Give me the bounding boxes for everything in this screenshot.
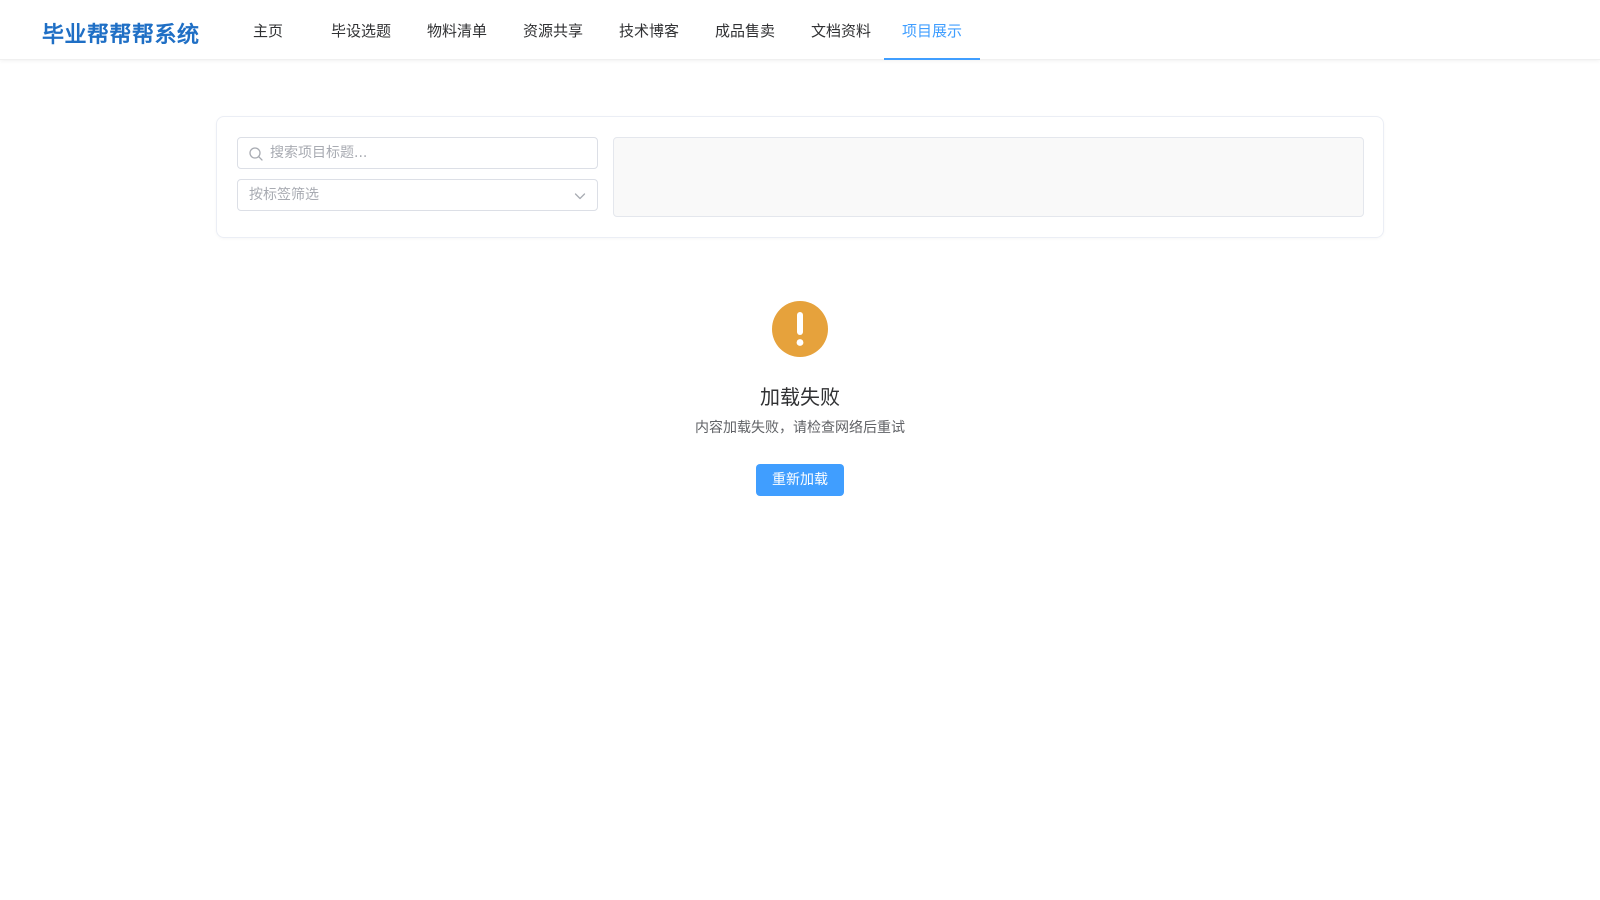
app-logo[interactable]: 毕业帮帮帮系统 [42, 17, 200, 49]
tag-cloud-panel [613, 137, 1364, 217]
nav-item-material-list[interactable]: 物料清单 [422, 0, 492, 60]
nav-item-home[interactable]: 主页 [240, 0, 296, 60]
nav-item-project-showcase[interactable]: 项目展示 [884, 0, 980, 60]
nav-item-thesis-topics[interactable]: 毕设选题 [326, 0, 396, 60]
search-input[interactable] [270, 138, 590, 168]
warning-icon [772, 301, 828, 357]
filter-panel: 按标签筛选 [216, 116, 1384, 238]
nav-item-tech-blog[interactable]: 技术博客 [614, 0, 684, 60]
nav-item-documents[interactable]: 文档资料 [806, 0, 876, 60]
error-title: 加载失败 [760, 385, 840, 409]
error-description: 内容加载失败，请检查网络后重试 [695, 420, 905, 436]
reload-button[interactable]: 重新加载 [756, 464, 844, 496]
tag-filter-placeholder: 按标签筛选 [249, 187, 319, 203]
chevron-down-icon [574, 193, 586, 200]
search-box[interactable] [237, 137, 598, 169]
error-state: 加载失败 内容加载失败，请检查网络后重试 重新加载 [0, 300, 1600, 496]
top-navbar: 毕业帮帮帮系统 主页 毕设选题 物料清单 资源共享 技术博客 成品售卖 文档资料… [0, 0, 1600, 60]
search-icon [249, 147, 263, 161]
nav-item-resource-sharing[interactable]: 资源共享 [518, 0, 588, 60]
nav-item-product-sales[interactable]: 成品售卖 [710, 0, 780, 60]
tag-filter-select[interactable]: 按标签筛选 [237, 179, 598, 211]
